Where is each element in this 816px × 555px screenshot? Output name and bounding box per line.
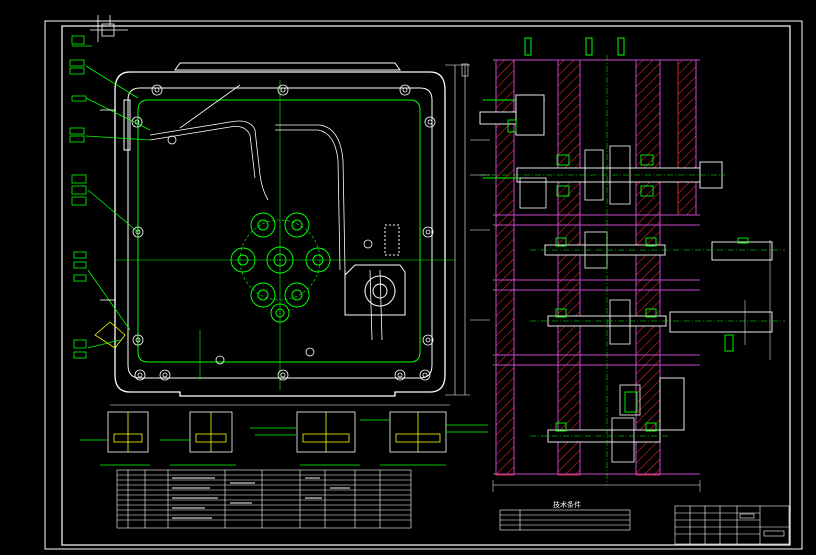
technical-notes: 技术条件 — [499, 500, 631, 531]
detail-sections — [80, 411, 488, 466]
section-view — [470, 37, 785, 492]
cad-drawing: 技术条件 — [44, 15, 803, 550]
front-view — [110, 62, 470, 406]
parts-list — [116, 469, 412, 529]
title-block — [674, 505, 790, 545]
technical-notes-heading: 技术条件 — [553, 500, 581, 509]
